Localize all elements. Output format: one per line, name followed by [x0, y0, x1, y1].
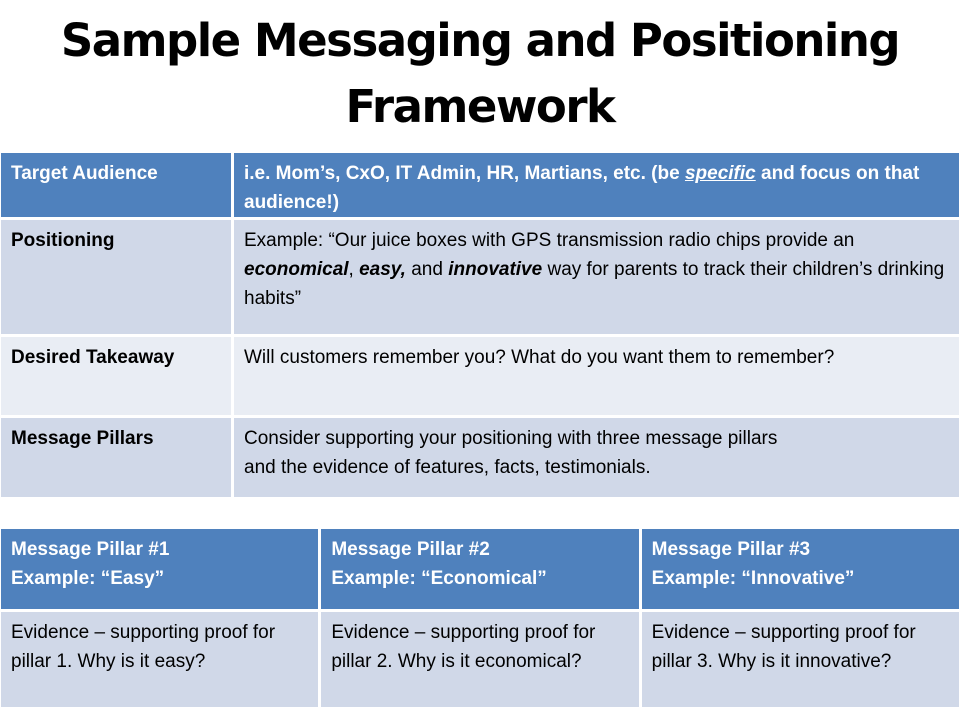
slide-title: Sample Messaging and Positioning Framewo…: [60, 14, 901, 133]
desired-takeaway-label: Desired Takeaway: [0, 334, 234, 418]
framework-table: Target Audience i.e. Mom’s, CxO, IT Admi…: [0, 150, 960, 500]
target-audience-value: i.e. Mom’s, CxO, IT Admin, HR, Martians,…: [231, 150, 960, 220]
row-desired-takeaway: Desired Takeaway Will customers remember…: [0, 334, 960, 418]
pillars-evidence-row: Evidence – supporting proof for pillar 1…: [0, 609, 960, 710]
pillar-3-header: Message Pillar #3 Example: “Innovative”: [638, 526, 960, 612]
pillar-3-evidence: Evidence – supporting proof for pillar 3…: [638, 609, 960, 710]
message-pillars-value: Consider supporting your positioning wit…: [231, 415, 960, 500]
desired-takeaway-value: Will customers remember you? What do you…: [231, 334, 960, 418]
row-message-pillars: Message Pillars Consider supporting your…: [0, 415, 960, 500]
message-pillars-label: Message Pillars: [0, 415, 234, 500]
pillars-header-row: Message Pillar #1 Example: “Easy” Message…: [0, 526, 960, 612]
pillar-2-header: Message Pillar #2 Example: “Economical”: [318, 526, 642, 612]
pillar-1-header: Message Pillar #1 Example: “Easy”: [0, 526, 322, 612]
pillars-table: Message Pillar #1 Example: “Easy” Message…: [0, 526, 960, 710]
positioning-label: Positioning: [0, 217, 234, 337]
pillar-2-evidence: Evidence – supporting proof for pillar 2…: [318, 609, 642, 710]
row-target-audience: Target Audience i.e. Mom’s, CxO, IT Admi…: [0, 150, 960, 220]
pillar-1-evidence: Evidence – supporting proof for pillar 1…: [0, 609, 322, 710]
target-audience-label: Target Audience: [0, 150, 234, 220]
row-positioning: Positioning Example: “Our juice boxes wi…: [0, 217, 960, 337]
positioning-value: Example: “Our juice boxes with GPS trans…: [231, 217, 960, 337]
specific-emphasis: specific: [684, 163, 756, 184]
